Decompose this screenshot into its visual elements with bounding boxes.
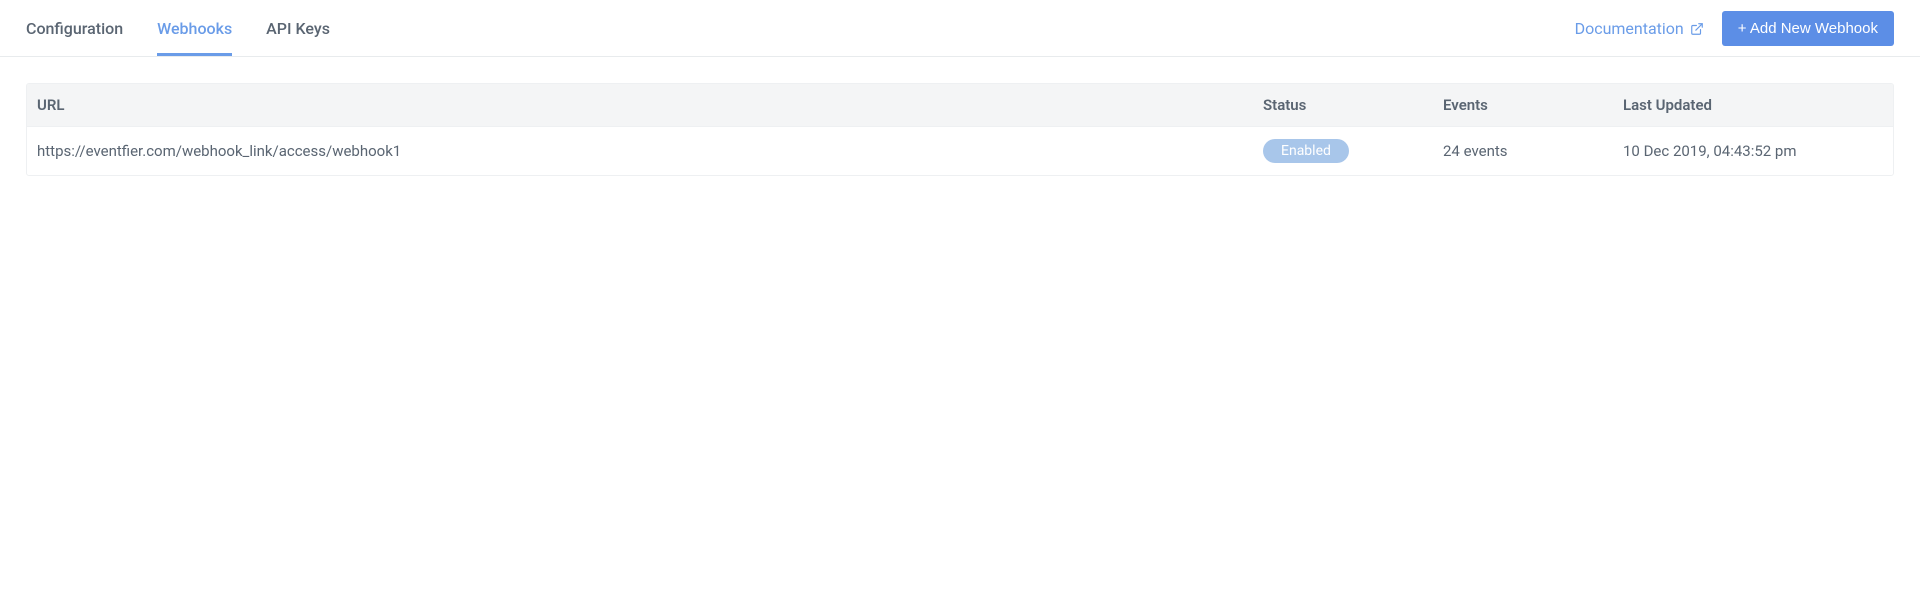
header-actions: Documentation + Add New Webhook (1575, 11, 1894, 46)
add-webhook-button[interactable]: + Add New Webhook (1722, 11, 1894, 46)
tab-webhooks[interactable]: Webhooks (157, 0, 232, 56)
cell-url: https://eventfier.com/webhook_link/acces… (37, 142, 1263, 160)
tabs: Configuration Webhooks API Keys (26, 0, 330, 56)
status-badge: Enabled (1263, 139, 1349, 163)
table-header: URL Status Events Last Updated (27, 84, 1893, 126)
cell-status: Enabled (1263, 139, 1443, 163)
external-link-icon (1690, 21, 1704, 35)
tab-configuration[interactable]: Configuration (26, 0, 123, 56)
col-header-status: Status (1263, 96, 1443, 114)
documentation-label: Documentation (1575, 19, 1684, 38)
col-header-url: URL (37, 96, 1263, 114)
page-header: Configuration Webhooks API Keys Document… (0, 0, 1920, 57)
tab-api-keys[interactable]: API Keys (266, 0, 330, 56)
webhooks-table: URL Status Events Last Updated https://e… (26, 83, 1894, 176)
col-header-events: Events (1443, 96, 1623, 114)
cell-last-updated: 10 Dec 2019, 04:43:52 pm (1623, 142, 1883, 160)
cell-events: 24 events (1443, 142, 1623, 160)
table-row[interactable]: https://eventfier.com/webhook_link/acces… (27, 126, 1893, 175)
documentation-link[interactable]: Documentation (1575, 19, 1704, 38)
content: URL Status Events Last Updated https://e… (0, 57, 1920, 202)
col-header-last-updated: Last Updated (1623, 96, 1883, 114)
